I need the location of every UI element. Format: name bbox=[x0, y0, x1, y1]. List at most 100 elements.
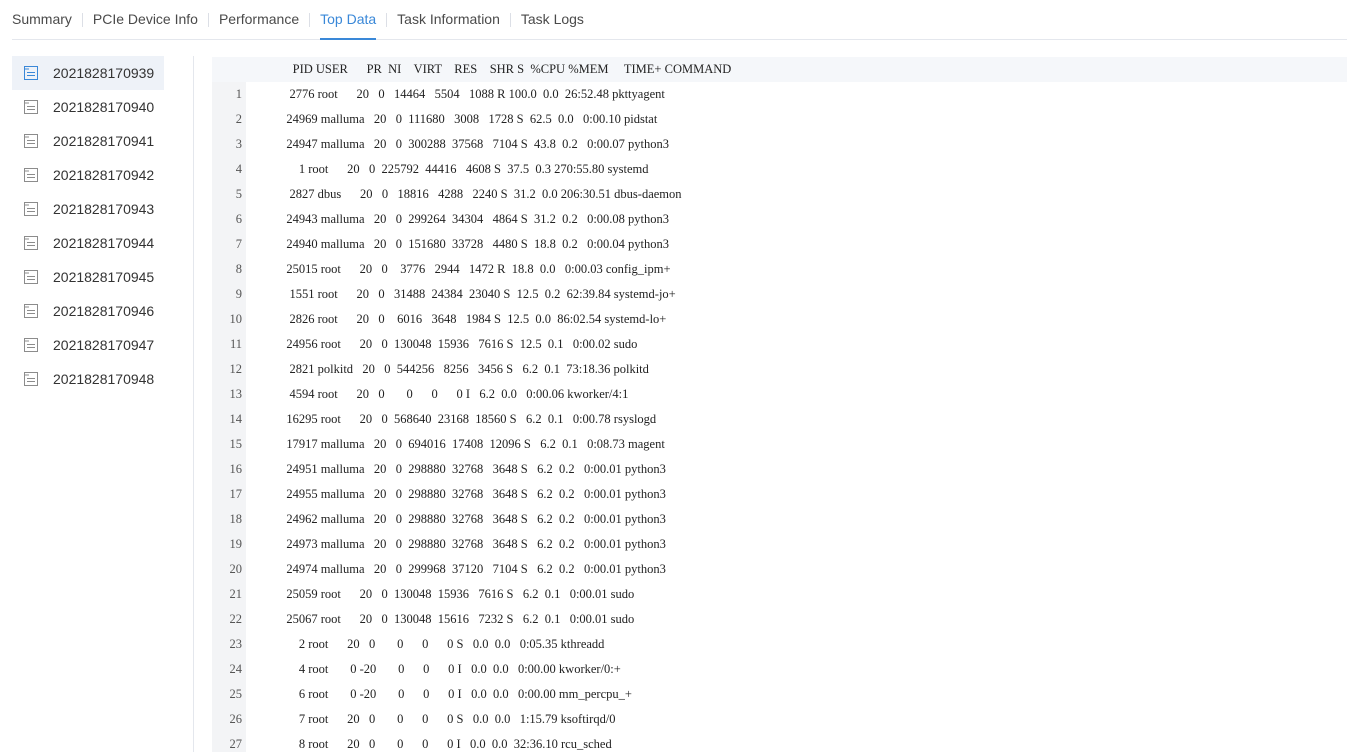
sidebar-item-snapshot[interactable]: 2021828170948 bbox=[12, 362, 193, 396]
process-line: 4 root 0 -20 0 0 0 I 0.0 0.0 0:00.00 kwo… bbox=[277, 662, 621, 676]
document-icon bbox=[24, 372, 38, 386]
snapshot-sidebar: 2021828170939 2021828170940 2021828170941 2… bbox=[12, 56, 194, 752]
sidebar-item-snapshot[interactable]: 2021828170939 bbox=[12, 56, 164, 90]
document-icon bbox=[24, 338, 38, 352]
sidebar-item-label: 2021828170945 bbox=[53, 269, 155, 285]
sidebar-item-label: 2021828170939 bbox=[53, 65, 155, 81]
sidebar-item-snapshot[interactable]: 2021828170947 bbox=[12, 328, 193, 362]
line-number: 6 bbox=[235, 212, 242, 226]
process-line: 24943 malluma 20 0 299264 34304 4864 S 3… bbox=[277, 212, 670, 226]
process-line: 2776 root 20 0 14464 5504 1088 R 100.0 0… bbox=[277, 87, 665, 101]
process-line: 24973 malluma 20 0 298880 32768 3648 S 6… bbox=[277, 537, 666, 551]
process-line: 24951 malluma 20 0 298880 32768 3648 S 6… bbox=[277, 462, 666, 476]
document-icon bbox=[24, 168, 38, 182]
sidebar-item-label: 2021828170942 bbox=[53, 167, 155, 183]
line-number: 13 bbox=[229, 387, 243, 401]
process-line: 16295 root 20 0 568640 23168 18560 S 6.2… bbox=[277, 412, 657, 426]
line-number: 14 bbox=[229, 412, 243, 426]
line-number: 24 bbox=[229, 662, 243, 676]
process-row: 3 24947 malluma 20 0 300288 37568 7104 S… bbox=[212, 132, 1347, 157]
process-line: 24974 malluma 20 0 299968 37120 7104 S 6… bbox=[277, 562, 666, 576]
line-number: 3 bbox=[235, 137, 242, 151]
tab-pcie-device-info[interactable]: PCIe Device Info bbox=[83, 0, 208, 39]
sidebar-item-label: 2021828170948 bbox=[53, 371, 155, 387]
process-line: 24956 root 20 0 130048 15936 7616 S 12.5… bbox=[277, 337, 638, 351]
sidebar-item-snapshot[interactable]: 2021828170944 bbox=[12, 226, 193, 260]
document-icon bbox=[24, 304, 38, 318]
document-icon bbox=[24, 270, 38, 284]
process-row: 21 25059 root 20 0 130048 15936 7616 S 6… bbox=[212, 582, 1347, 607]
process-line: 4594 root 20 0 0 0 0 I 6.2 0.0 0:00.06 k… bbox=[277, 387, 629, 401]
line-number: 1 bbox=[235, 87, 242, 101]
line-number: 19 bbox=[229, 537, 243, 551]
process-row: 24 4 root 0 -20 0 0 0 I 0.0 0.0 0:00.00 … bbox=[212, 657, 1347, 682]
sidebar-item-snapshot[interactable]: 2021828170940 bbox=[12, 90, 193, 124]
line-number: 20 bbox=[229, 562, 243, 576]
process-line: 2821 polkitd 20 0 544256 8256 3456 S 6.2… bbox=[277, 362, 649, 376]
line-number: 23 bbox=[229, 637, 243, 651]
line-number: 11 bbox=[229, 337, 242, 351]
process-line: 2827 dbus 20 0 18816 4288 2240 S 31.2 0.… bbox=[277, 187, 682, 201]
process-line: 24947 malluma 20 0 300288 37568 7104 S 4… bbox=[277, 137, 670, 151]
line-number: 7 bbox=[235, 237, 242, 251]
sidebar-item-label: 2021828170946 bbox=[53, 303, 155, 319]
process-row: 13 4594 root 20 0 0 0 0 I 6.2 0.0 0:00.0… bbox=[212, 382, 1347, 407]
sidebar-item-snapshot[interactable]: 2021828170942 bbox=[12, 158, 193, 192]
process-line: 8 root 20 0 0 0 0 I 0.0 0.0 32:36.10 rcu… bbox=[277, 737, 612, 751]
sidebar-item-label: 2021828170943 bbox=[53, 201, 155, 217]
document-icon bbox=[24, 202, 38, 216]
line-number: 26 bbox=[229, 712, 243, 726]
process-row: 20 24974 malluma 20 0 299968 37120 7104 … bbox=[212, 557, 1347, 582]
sidebar-item-snapshot[interactable]: 2021828170946 bbox=[12, 294, 193, 328]
line-number: 5 bbox=[235, 187, 242, 201]
process-line: 17917 malluma 20 0 694016 17408 12096 S … bbox=[277, 437, 665, 451]
line-number: 2 bbox=[235, 112, 242, 126]
sidebar-item-snapshot[interactable]: 2021828170945 bbox=[12, 260, 193, 294]
tab-performance[interactable]: Performance bbox=[209, 0, 309, 39]
process-line: 6 root 0 -20 0 0 0 I 0.0 0.0 0:00.00 mm_… bbox=[277, 687, 632, 701]
document-icon bbox=[24, 236, 38, 250]
process-row: 7 24940 malluma 20 0 151680 33728 4480 S… bbox=[212, 232, 1347, 257]
process-row: 2 24969 malluma 20 0 111680 3008 1728 S … bbox=[212, 107, 1347, 132]
document-icon bbox=[24, 100, 38, 114]
line-number: 27 bbox=[229, 737, 243, 751]
line-number: 9 bbox=[235, 287, 242, 301]
document-icon bbox=[24, 134, 38, 148]
sidebar-item-snapshot[interactable]: 2021828170943 bbox=[12, 192, 193, 226]
process-line: 24940 malluma 20 0 151680 33728 4480 S 1… bbox=[277, 237, 670, 251]
line-number: 25 bbox=[229, 687, 243, 701]
process-line: 25015 root 20 0 3776 2944 1472 R 18.8 0.… bbox=[277, 262, 671, 276]
line-number: 21 bbox=[229, 587, 243, 601]
sidebar-item-snapshot[interactable]: 2021828170941 bbox=[12, 124, 193, 158]
process-row: 12 2821 polkitd 20 0 544256 8256 3456 S … bbox=[212, 357, 1347, 382]
line-number: 8 bbox=[235, 262, 242, 276]
document-icon bbox=[24, 66, 38, 80]
process-line: 1 root 20 0 225792 44416 4608 S 37.5 0.3… bbox=[277, 162, 649, 176]
process-line: 24962 malluma 20 0 298880 32768 3648 S 6… bbox=[277, 512, 666, 526]
process-line: 7 root 20 0 0 0 0 S 0.0 0.0 1:15.79 ksof… bbox=[277, 712, 616, 726]
line-number: 16 bbox=[229, 462, 243, 476]
top-header-text: PID USER PR NI VIRT RES SHR S %CPU %MEM … bbox=[277, 62, 732, 76]
process-row: 11 24956 root 20 0 130048 15936 7616 S 1… bbox=[212, 332, 1347, 357]
process-row: 9 1551 root 20 0 31488 24384 23040 S 12.… bbox=[212, 282, 1347, 307]
process-row: 15 17917 malluma 20 0 694016 17408 12096… bbox=[212, 432, 1347, 457]
sidebar-item-label: 2021828170947 bbox=[53, 337, 155, 353]
process-line: 25059 root 20 0 130048 15936 7616 S 6.2 … bbox=[277, 587, 635, 601]
line-number: 4 bbox=[235, 162, 242, 176]
tab-summary[interactable]: Summary bbox=[12, 0, 82, 39]
line-number: 17 bbox=[229, 487, 243, 501]
sidebar-item-label: 2021828170940 bbox=[53, 99, 155, 115]
tab-task-logs[interactable]: Task Logs bbox=[511, 0, 594, 39]
sidebar-item-label: 2021828170941 bbox=[53, 133, 155, 149]
process-row: 25 6 root 0 -20 0 0 0 I 0.0 0.0 0:00.00 … bbox=[212, 682, 1347, 707]
process-row: 16 24951 malluma 20 0 298880 32768 3648 … bbox=[212, 457, 1347, 482]
top-data-panel: PID USER PR NI VIRT RES SHR S %CPU %MEM … bbox=[212, 57, 1347, 752]
process-row: 10 2826 root 20 0 6016 3648 1984 S 12.5 … bbox=[212, 307, 1347, 332]
process-line: 24955 malluma 20 0 298880 32768 3648 S 6… bbox=[277, 487, 666, 501]
process-row: 27 8 root 20 0 0 0 0 I 0.0 0.0 32:36.10 … bbox=[212, 732, 1347, 752]
tab-top-data[interactable]: Top Data bbox=[310, 0, 386, 40]
process-row: 17 24955 malluma 20 0 298880 32768 3648 … bbox=[212, 482, 1347, 507]
process-row: 4 1 root 20 0 225792 44416 4608 S 37.5 0… bbox=[212, 157, 1347, 182]
process-row: 22 25067 root 20 0 130048 15616 7232 S 6… bbox=[212, 607, 1347, 632]
tab-task-information[interactable]: Task Information bbox=[387, 0, 510, 39]
